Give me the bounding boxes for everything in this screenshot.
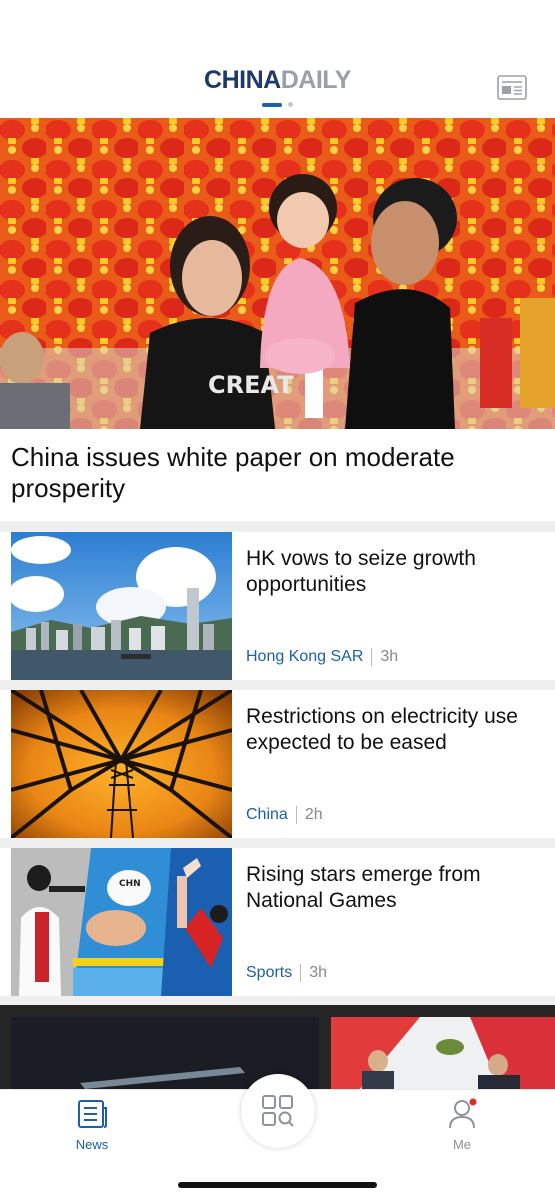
article-meta: China 2h [246,806,323,824]
news-card[interactable]: Restrictions on electricity use expected… [11,690,545,838]
article-meta: Sports 3h [246,964,327,982]
article-title: HK vows to seize growth opportunities [246,547,476,596]
hero-image[interactable]: CREAT [0,118,555,429]
page-dot-active [262,102,282,107]
section-divider [0,521,555,532]
article-time: 3h [309,964,328,981]
tab-news-label: News [75,1137,109,1152]
article-time: 2h [304,806,323,823]
page-dot[interactable] [288,102,293,107]
article-title: Rising stars emerge from National Games [246,863,481,912]
hong-kong-skyline-photo [11,532,232,680]
athletes-collage-photo: CHN [11,848,232,996]
logo-daily: DAILY [280,66,352,94]
power-tower-sunset-photo [11,690,232,838]
grid-search-icon [262,1095,294,1127]
card-divider [0,838,555,848]
article-category[interactable]: Hong Kong SAR [246,648,363,666]
notification-dot [469,1098,477,1106]
newspaper-icon[interactable] [497,75,527,100]
user-icon [449,1098,477,1129]
article-category[interactable]: China [246,806,288,824]
article-title: Restrictions on electricity use expected… [246,705,518,754]
card-divider [0,996,555,1005]
tab-me[interactable]: Me [422,1098,502,1152]
article-time: 3h [380,648,399,665]
tab-me-label: Me [452,1137,472,1152]
logo-china: CHINA [204,66,281,94]
meta-divider [371,648,373,666]
news-icon [78,1100,107,1128]
meta-divider [300,964,302,982]
card-divider [0,680,555,690]
page-indicator [0,102,555,107]
news-card[interactable]: HK vows to seize growth opportunities Ho… [11,532,545,680]
shirt-text: CREAT [208,371,294,399]
china-daily-logo: CHINADAILY [0,66,555,95]
app-header: CHINADAILY [0,0,555,118]
meta-divider [295,806,297,824]
swim-cap-text: CHN [119,879,141,889]
tab-news[interactable]: News [52,1098,132,1152]
article-category[interactable]: Sports [246,964,292,982]
hero-headline[interactable]: China issues white paper on moderate pro… [11,442,531,504]
home-indicator [178,1182,377,1188]
news-card[interactable]: CHN Rising stars emerge from National Ga… [11,848,545,996]
discover-button[interactable] [241,1074,315,1148]
article-meta: Hong Kong SAR 3h [246,648,398,666]
